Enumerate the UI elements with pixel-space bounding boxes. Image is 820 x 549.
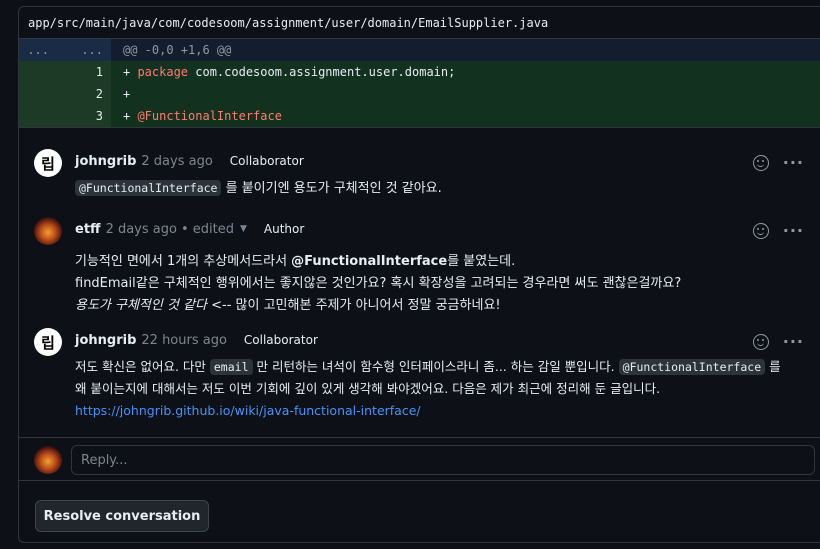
code-line: + package com.codesoom.assignment.user.d… xyxy=(111,61,820,83)
review-thread-frame: app/src/main/java/com/codesoom/assignmen… xyxy=(0,0,820,549)
comment-body: @FunctionalInterface 를 붙이기엔 용도가 구체적인 것 같… xyxy=(75,177,810,200)
italic-text: 용도가 구체적인 것 같다 xyxy=(75,298,207,313)
avatar[interactable] xyxy=(34,217,62,245)
comment-line: https://johngrib.github.io/wiki/java-fun… xyxy=(75,400,810,422)
comment-text: 를 붙이기엔 용도가 구체적인 것 같아요. xyxy=(221,181,442,196)
diff-line: 3 + @FunctionalInterface xyxy=(19,105,820,127)
edited-label[interactable]: • edited xyxy=(181,222,234,237)
reply-input[interactable]: Reply... xyxy=(71,445,815,475)
role-badge: Collaborator xyxy=(243,333,318,347)
comment-body: 기능적인 면에서 1개의 추상메서드라서 @FunctionalInterfac… xyxy=(75,251,810,317)
comment-actions: ··· xyxy=(752,223,804,239)
comment-line: findEmail같은 구체적인 행위에서는 좋지않은 것인가요? 혹시 확장성… xyxy=(75,276,682,291)
comment-line: 저도 확신은 없어요. 다만 email 만 리턴하는 녀석이 함수형 인터페이… xyxy=(75,359,781,375)
avatar[interactable] xyxy=(34,446,62,474)
avatar[interactable]: 립 xyxy=(34,328,62,356)
line-number[interactable]: 1 xyxy=(57,61,111,83)
line-number[interactable]: 2 xyxy=(57,83,111,105)
role-badge: Collaborator xyxy=(229,154,304,168)
comment-line: 기능적인 면에서 1개의 추상메서드라서 @FunctionalInterfac… xyxy=(75,254,516,269)
chevron-down-icon[interactable]: ▼ xyxy=(240,224,247,234)
comment-line: 왜 붙이는지에 대해서는 저도 이번 기회에 깊이 있게 생각해 봐야겠어요. … xyxy=(75,381,661,396)
diff-snippet: ... ... @@ -0,0 +1,6 @@ 1 + package com.… xyxy=(19,39,820,128)
file-path[interactable]: app/src/main/java/com/codesoom/assignmen… xyxy=(19,7,820,39)
comment: 립 johngrib 22 hours ago Collaborator ···… xyxy=(19,328,820,422)
comment-actions: ··· xyxy=(752,334,804,350)
wiki-link[interactable]: https://johngrib.github.io/wiki/java-fun… xyxy=(75,403,421,418)
diff-prefix: + xyxy=(123,109,138,123)
avatar-letter: 립 xyxy=(41,333,55,352)
role-badge: Author xyxy=(263,222,305,236)
code-keyword: package xyxy=(137,65,189,79)
inline-code: @FunctionalInterface xyxy=(618,359,766,375)
comment-body: 저도 확신은 없어요. 다만 email 만 리턴하는 녀석이 함수형 인터페이… xyxy=(75,356,810,422)
review-thread: app/src/main/java/com/codesoom/assignmen… xyxy=(18,6,820,543)
add-reaction-icon[interactable] xyxy=(752,223,769,239)
comment: 립 johngrib 2 days ago Collaborator ··· @… xyxy=(19,149,820,200)
timestamp[interactable]: 2 days ago xyxy=(106,222,177,237)
avatar[interactable]: 립 xyxy=(34,149,62,177)
author-name[interactable]: etff xyxy=(75,222,101,237)
code-line: + xyxy=(111,83,820,105)
comment-actions: ··· xyxy=(752,155,804,171)
comment: etff 2 days ago • edited ▼ Author ··· 기능… xyxy=(19,217,820,317)
code-text: com.codesoom.assignment.user.domain; xyxy=(188,65,456,79)
inline-code: email xyxy=(209,359,253,375)
diff-line: 2 + xyxy=(19,83,820,105)
add-reaction-icon[interactable] xyxy=(752,334,769,350)
comment-meta: etff 2 days ago • edited ▼ Author xyxy=(75,219,810,239)
bold-text: @FunctionalInterface xyxy=(291,254,448,269)
reply-bar: Reply... xyxy=(19,437,820,481)
author-name[interactable]: johngrib xyxy=(75,154,136,169)
diff-line: 1 + package com.codesoom.assignment.user… xyxy=(19,61,820,83)
more-options-icon[interactable]: ··· xyxy=(783,155,804,171)
more-options-icon[interactable]: ··· xyxy=(783,223,804,239)
code-line: + @FunctionalInterface xyxy=(111,105,820,127)
author-name[interactable]: johngrib xyxy=(75,333,136,348)
code-annotation: @FunctionalInterface xyxy=(137,109,282,123)
timestamp[interactable]: 22 hours ago xyxy=(141,333,227,348)
diff-prefix: + xyxy=(123,87,131,101)
hunk-header[interactable]: ... ... @@ -0,0 +1,6 @@ xyxy=(19,39,820,61)
diff-prefix: + xyxy=(123,65,138,79)
comment-line: 용도가 구체적인 것 같다 <-- 많이 고민해본 주제가 아니어서 정말 궁금… xyxy=(75,298,501,313)
timestamp[interactable]: 2 days ago xyxy=(141,154,212,169)
avatar-letter: 립 xyxy=(41,154,55,173)
more-options-icon[interactable]: ··· xyxy=(783,334,804,350)
hunk-text: @@ -0,0 +1,6 @@ xyxy=(123,43,232,57)
comment-meta: johngrib 22 hours ago Collaborator xyxy=(75,330,810,350)
add-reaction-icon[interactable] xyxy=(752,155,769,171)
resolve-conversation-button[interactable]: Resolve conversation xyxy=(35,500,209,532)
hunk-expand-right[interactable]: ... xyxy=(57,39,111,61)
line-number[interactable]: 3 xyxy=(57,105,111,127)
hunk-expand-left[interactable]: ... xyxy=(19,39,57,61)
inline-code: @FunctionalInterface xyxy=(75,180,222,196)
comment-meta: johngrib 2 days ago Collaborator xyxy=(75,151,810,171)
